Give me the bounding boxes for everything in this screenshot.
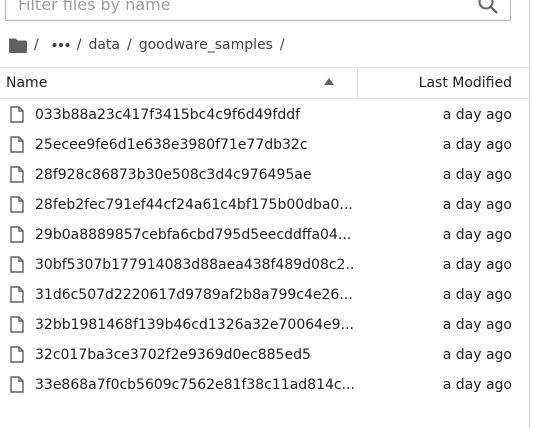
file-row[interactable]: 32bb1981468f139b46cd1326a32e70064e9... a… [0,310,530,340]
file-row[interactable]: 31d6c507d2220617d9789af2b8a799c4e26... a… [0,280,530,310]
sort-ascending-icon[interactable] [324,78,334,85]
file-browser-panel: / / data / goodware_samples / Name Last … [0,0,533,428]
file-icon [10,136,24,153]
breadcrumb-separator: / [279,37,285,53]
panel-right-border [529,0,530,428]
filter-box [5,0,511,21]
file-row[interactable]: 033b88a23c417f3415bc4c9f6d49fddf a day a… [0,100,530,130]
breadcrumb-item-data[interactable]: data [88,37,120,53]
file-row[interactable]: 32c017ba3ce3702f2e9369d0ec885ed5 a day a… [0,340,530,370]
file-name: 30bf5307b177914083d88aea438f489d08c2... [35,257,355,273]
file-icon [10,166,24,183]
breadcrumb-separator: / [126,37,132,53]
file-row[interactable]: 28f928c86873b30e508c3d4c976495ae a day a… [0,160,530,190]
breadcrumb-item-goodware-samples[interactable]: goodware_samples [139,37,273,53]
column-divider[interactable] [357,68,358,98]
file-row[interactable]: 28feb2fec791ef44cf24a61c4bf175b00dba0...… [0,190,530,220]
file-name: 32c017ba3ce3702f2e9369d0ec885ed5 [35,347,311,363]
column-header-last-modified[interactable]: Last Modified [419,68,512,98]
file-row[interactable]: 30bf5307b177914083d88aea438f489d08c2... … [0,250,530,280]
ellipsis-icon[interactable] [52,41,70,49]
file-last-modified: a day ago [442,347,512,363]
file-row[interactable]: 25ecee9fe6d1e638e3980f71e77db32c a day a… [0,130,530,160]
filter-input[interactable] [18,0,468,20]
file-last-modified: a day ago [442,167,512,183]
file-icon [10,196,24,213]
file-last-modified: a day ago [442,287,512,303]
file-row[interactable]: 29b0a8889857cebfa6cbd795d5eecddffa04... … [0,220,530,250]
file-name: 32bb1981468f139b46cd1326a32e70064e9... [35,317,354,333]
file-icon [10,256,24,273]
file-name: 28f928c86873b30e508c3d4c976495ae [35,167,312,183]
file-last-modified: a day ago [442,257,512,273]
file-last-modified: a day ago [442,227,512,243]
file-icon [10,106,24,123]
file-name: 033b88a23c417f3415bc4c9f6d49fddf [35,107,301,123]
file-name: 31d6c507d2220617d9789af2b8a799c4e26... [35,287,353,303]
breadcrumb: / / data / goodware_samples / [9,34,292,56]
file-last-modified: a day ago [442,137,512,153]
file-icon [10,286,24,303]
file-name: 25ecee9fe6d1e638e3980f71e77db32c [35,137,308,153]
file-icon [10,226,24,243]
file-last-modified: a day ago [442,317,512,333]
file-last-modified: a day ago [442,197,512,213]
file-list: 033b88a23c417f3415bc4c9f6d49fddf a day a… [0,100,530,400]
breadcrumb-separator: / [34,37,39,53]
file-name: 33e868a7f0cb5609c7562e81f38c11ad814c... [35,377,355,393]
file-name: 28feb2fec791ef44cf24a61c4bf175b00dba0... [35,197,353,213]
file-icon [10,376,24,393]
breadcrumb-separator: / [76,37,82,53]
folder-icon[interactable] [9,38,27,53]
column-header-name[interactable]: Name [6,68,47,98]
file-icon [10,346,24,363]
file-last-modified: a day ago [442,377,512,393]
file-name: 29b0a8889857cebfa6cbd795d5eecddffa04... [35,227,352,243]
file-list-header: Name Last Modified [0,67,530,99]
file-icon [10,316,24,333]
search-icon[interactable] [477,0,499,15]
file-row[interactable]: 33e868a7f0cb5609c7562e81f38c11ad814c... … [0,370,530,400]
file-last-modified: a day ago [442,107,512,123]
